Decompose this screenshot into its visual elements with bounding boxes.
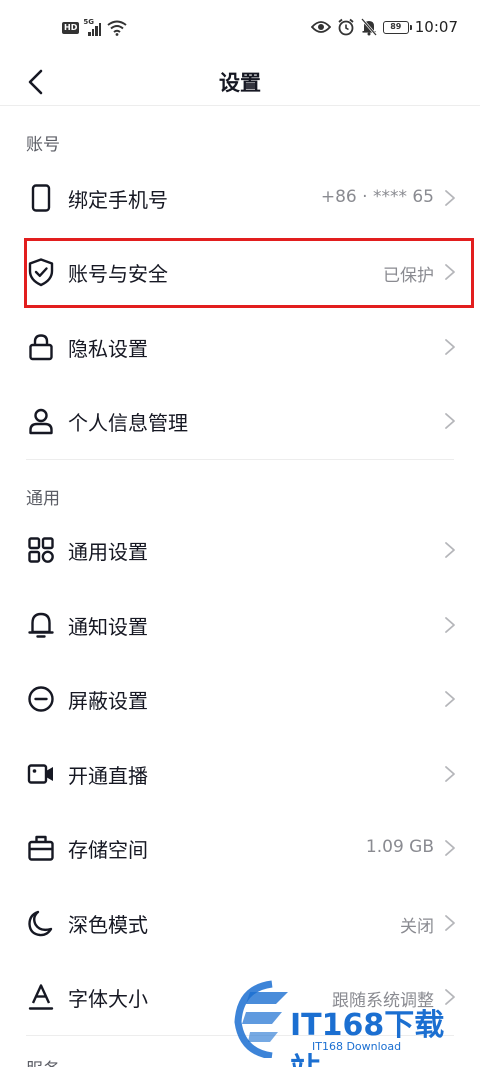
cellular-signal-icon: 5G xyxy=(83,18,103,36)
row-label-storage: 存储空间 xyxy=(68,838,148,862)
chevron-right-icon xyxy=(445,840,455,856)
chevron-right-icon xyxy=(445,339,455,355)
wifi-icon xyxy=(107,20,127,36)
minus-circle-icon xyxy=(28,686,54,712)
alarm-icon xyxy=(338,18,354,36)
phone-icon xyxy=(31,184,51,212)
section-header-account: 账号 xyxy=(26,135,60,155)
section-divider xyxy=(26,459,454,460)
row-bind-phone[interactable]: 绑定手机号 +86 · **** 65 xyxy=(0,162,480,234)
row-value-dark-mode: 关闭 xyxy=(400,917,434,937)
row-storage[interactable]: 存储空间 1.09 GB xyxy=(0,812,480,884)
row-label-privacy: 隐私设置 xyxy=(68,337,148,361)
row-label-block: 屏蔽设置 xyxy=(68,689,148,713)
chevron-right-icon xyxy=(445,413,455,429)
watermark-sub: IT168 Download xyxy=(312,1040,402,1053)
page-title: 设置 xyxy=(219,71,261,95)
section-header-service: 服务 xyxy=(26,1055,60,1067)
eye-icon xyxy=(310,21,331,33)
watermark-logo: IT168下载站 IT168 Download xyxy=(232,972,472,1067)
battery-icon: 89 xyxy=(382,20,412,34)
row-open-live[interactable]: 开通直播 xyxy=(0,738,480,810)
lock-icon xyxy=(29,334,53,361)
row-notification-settings[interactable]: 通知设置 xyxy=(0,589,480,661)
row-label-phone: 绑定手机号 xyxy=(68,188,168,212)
clock: 10:07 xyxy=(414,18,458,36)
row-general-settings[interactable]: 通用设置 xyxy=(0,514,480,586)
row-value-storage: 1.09 GB xyxy=(365,837,434,857)
section-header-general: 通用 xyxy=(26,489,60,509)
chevron-right-icon xyxy=(445,691,455,707)
font-size-icon xyxy=(28,984,54,1010)
row-label-notifications: 通知设置 xyxy=(68,615,148,639)
row-label-general: 通用设置 xyxy=(68,540,148,564)
nav-bar: 设置 xyxy=(0,58,480,106)
mute-bell-icon xyxy=(360,18,377,36)
hd-badge: HD xyxy=(62,22,80,34)
chevron-right-icon xyxy=(445,190,455,206)
moon-icon xyxy=(28,910,53,937)
user-icon xyxy=(29,408,53,435)
row-label-personal-info: 个人信息管理 xyxy=(68,411,188,435)
row-label-font-size: 字体大小 xyxy=(68,987,148,1011)
chevron-right-icon xyxy=(445,915,455,931)
video-camera-icon xyxy=(27,764,53,784)
row-value-phone: +86 · **** 65 xyxy=(320,187,434,207)
row-block-settings[interactable]: 屏蔽设置 xyxy=(0,663,480,735)
highlight-annotation xyxy=(24,238,474,308)
chevron-right-icon xyxy=(445,617,455,633)
row-privacy-settings[interactable]: 隐私设置 xyxy=(0,311,480,383)
row-personal-info[interactable]: 个人信息管理 xyxy=(0,385,480,457)
grid-icon xyxy=(28,537,54,563)
bell-icon xyxy=(28,612,54,638)
status-right: 89 10:07 xyxy=(310,18,458,36)
status-bar: HD 5G 89 10:07 xyxy=(0,0,480,58)
watermark-brand: IT168下载站 xyxy=(290,1008,445,1067)
row-label-dark-mode: 深色模式 xyxy=(68,913,148,937)
row-label-live: 开通直播 xyxy=(68,764,148,788)
box-icon xyxy=(28,835,54,861)
chevron-right-icon xyxy=(445,542,455,558)
status-left: HD 5G xyxy=(62,18,127,36)
row-dark-mode[interactable]: 深色模式 关闭 xyxy=(0,887,480,959)
chevron-right-icon xyxy=(445,766,455,782)
